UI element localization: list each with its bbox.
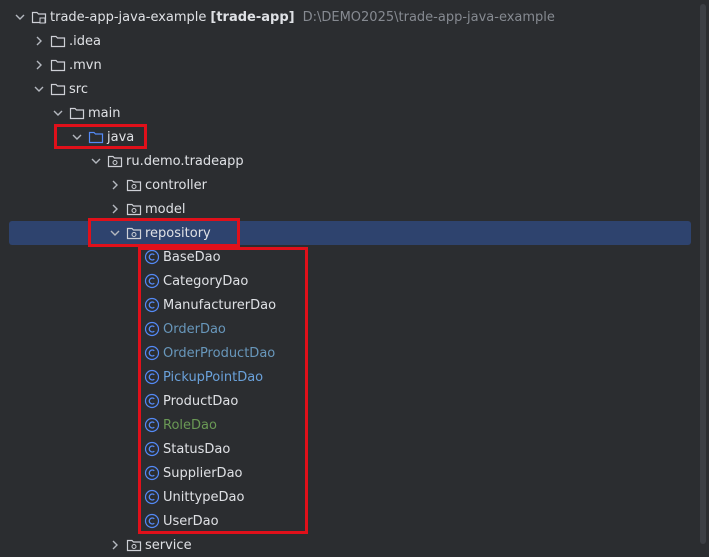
module-folder-icon — [31, 9, 47, 25]
highlight-repository — [88, 218, 240, 247]
highlight-classes — [138, 247, 308, 534]
tree-row-class[interactable]: ManufacturerDao — [0, 293, 700, 317]
folder-label: .idea — [69, 33, 101, 49]
package-label: service — [145, 537, 192, 553]
tree-row-class[interactable]: StatusDao — [0, 437, 700, 461]
tree-row-root[interactable]: trade-app-java-example [trade-app] D:\DE… — [0, 5, 700, 29]
tree-row-main[interactable]: main — [0, 101, 700, 125]
chevron-right-icon[interactable] — [107, 177, 123, 193]
chevron-right-icon[interactable] — [107, 537, 123, 553]
chevron-right-icon[interactable] — [31, 57, 47, 73]
vertical-scrollbar[interactable] — [700, 4, 706, 544]
root-module-name: [trade-app] — [210, 9, 295, 25]
tree-row-src[interactable]: src — [0, 77, 700, 101]
highlight-java — [54, 124, 147, 149]
folder-label: .mvn — [69, 57, 102, 73]
tree-row-class[interactable]: RoleDao — [0, 413, 700, 437]
chevron-down-icon[interactable] — [31, 81, 47, 97]
tree-row-class[interactable]: OrderDao — [0, 317, 700, 341]
chevron-down-icon[interactable] — [50, 105, 66, 121]
tree-row-service[interactable]: service — [0, 533, 700, 557]
tree-row-package[interactable]: ru.demo.tradeapp — [0, 149, 700, 173]
package-label: controller — [145, 177, 208, 193]
tree-row-class[interactable]: CategoryDao — [0, 269, 700, 293]
tree-row-class[interactable]: SupplierDao — [0, 461, 700, 485]
tree-row-class[interactable]: UserDao — [0, 509, 700, 533]
package-label: model — [145, 201, 186, 217]
tree-row-mvn[interactable]: .mvn — [0, 53, 700, 77]
folder-label: main — [88, 105, 121, 121]
folder-icon — [50, 57, 66, 73]
tree-row-class[interactable]: PickupPointDao — [0, 365, 700, 389]
chevron-right-icon[interactable] — [107, 201, 123, 217]
chevron-down-icon[interactable] — [88, 153, 104, 169]
root-project-path: D:\DEMO2025\trade-app-java-example — [302, 9, 555, 25]
project-tree: trade-app-java-example [trade-app] D:\DE… — [0, 0, 709, 553]
package-icon — [126, 537, 142, 553]
tree-row-class[interactable]: ProductDao — [0, 389, 700, 413]
tree-row-controller[interactable]: controller — [0, 173, 700, 197]
tree-row-class[interactable]: BaseDao — [0, 245, 700, 269]
package-icon — [107, 153, 123, 169]
package-icon — [126, 177, 142, 193]
package-label: ru.demo.tradeapp — [126, 153, 244, 169]
tree-row-class[interactable]: OrderProductDao — [0, 341, 700, 365]
folder-icon — [50, 33, 66, 49]
root-project-name: trade-app-java-example — [50, 9, 207, 25]
tree-row-class[interactable]: UnittypeDao — [0, 485, 700, 509]
chevron-down-icon[interactable] — [12, 9, 28, 25]
chevron-right-icon[interactable] — [31, 33, 47, 49]
folder-icon — [69, 105, 85, 121]
folder-icon — [50, 81, 66, 97]
tree-row-idea[interactable]: .idea — [0, 29, 700, 53]
folder-label: src — [69, 81, 88, 97]
package-icon — [126, 201, 142, 217]
